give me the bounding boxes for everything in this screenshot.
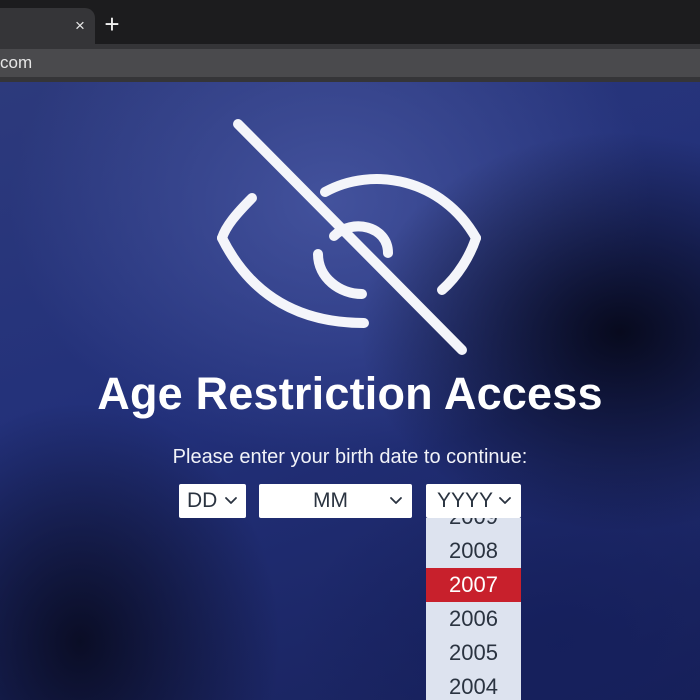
eye-off-icon [217, 119, 481, 355]
address-text[interactable]: com [0, 52, 32, 74]
browser-tab-bar: × + [0, 0, 700, 44]
year-option-highlighted[interactable]: 2007 [426, 568, 521, 602]
month-select[interactable]: MM [259, 484, 412, 518]
year-options: 2009 2008 2007 2006 2005 2004 [426, 518, 521, 700]
chevron-down-icon [225, 497, 237, 504]
browser-toolbar: com [0, 44, 700, 82]
year-option[interactable]: 2005 [426, 636, 521, 670]
address-bar[interactable]: com [0, 49, 700, 77]
chevron-down-icon [499, 497, 511, 504]
day-select-value: DD [187, 489, 218, 512]
new-tab-button[interactable]: + [100, 11, 124, 37]
close-icon[interactable]: × [70, 16, 90, 36]
page-title: Age Restriction Access [97, 368, 603, 419]
year-option[interactable]: 2004 [426, 670, 521, 700]
year-select[interactable]: YYYY [426, 484, 521, 518]
year-dropdown-list[interactable]: 2009 2008 2007 2006 2005 2004 [426, 518, 521, 700]
page-viewport: Age Restriction Access Please enter your… [0, 82, 700, 700]
birth-date-prompt: Please enter your birth date to continue… [172, 446, 528, 468]
browser-tab[interactable]: × [0, 8, 95, 44]
year-option[interactable]: 2006 [426, 602, 521, 636]
chevron-down-icon [390, 497, 402, 504]
year-option[interactable]: 2009 [426, 518, 521, 534]
year-select-value: YYYY [437, 489, 494, 512]
day-select[interactable]: DD [179, 484, 246, 518]
year-option[interactable]: 2008 [426, 534, 521, 568]
month-select-value: MM [313, 489, 348, 512]
